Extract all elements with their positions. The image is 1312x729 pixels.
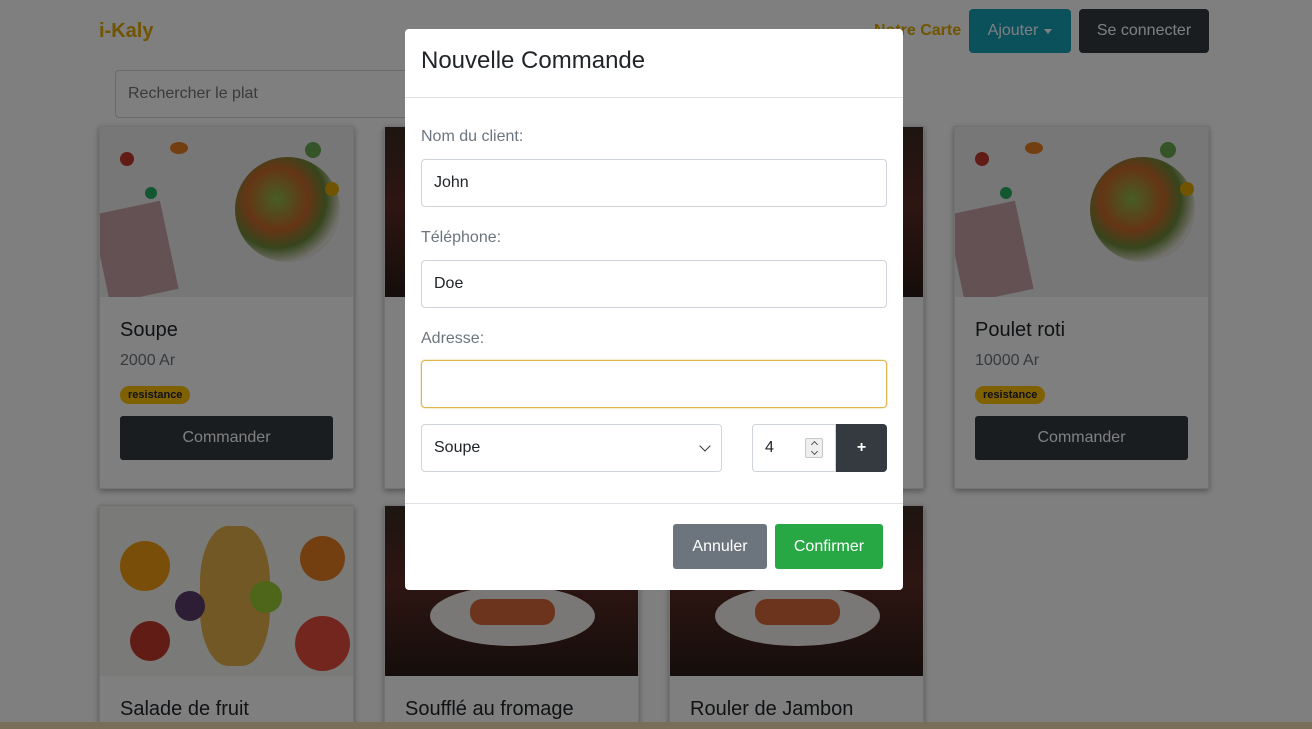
dish-select-value: Soupe xyxy=(434,439,481,456)
modal-title: Nouvelle Commande xyxy=(421,47,646,74)
spinner-control[interactable] xyxy=(805,438,823,458)
modal-footer: Annuler Confirmer xyxy=(405,504,903,590)
dish-select[interactable]: Soupe xyxy=(421,424,722,472)
phone-input[interactable]: Doe xyxy=(421,260,887,308)
address-input[interactable] xyxy=(421,360,887,408)
confirm-button[interactable]: Confirmer xyxy=(775,524,883,569)
spin-down-icon[interactable] xyxy=(810,447,818,456)
chevron-down-icon xyxy=(699,440,711,452)
new-order-modal: Nouvelle Commande Nom du client: John Té… xyxy=(405,29,903,590)
cancel-button[interactable]: Annuler xyxy=(673,524,767,569)
client-name-label: Nom du client: xyxy=(421,128,524,145)
modal-header: Nouvelle Commande xyxy=(405,29,903,98)
quantity-value: 4 xyxy=(765,439,774,456)
address-label: Adresse: xyxy=(421,330,485,347)
phone-label: Téléphone: xyxy=(421,229,502,246)
quantity-stepper[interactable]: 4 xyxy=(752,424,836,472)
client-name-input[interactable]: John xyxy=(421,159,887,207)
add-item-button[interactable]: + xyxy=(836,424,887,472)
modal-body: Nom du client: John Téléphone: Doe Adres… xyxy=(405,98,903,504)
